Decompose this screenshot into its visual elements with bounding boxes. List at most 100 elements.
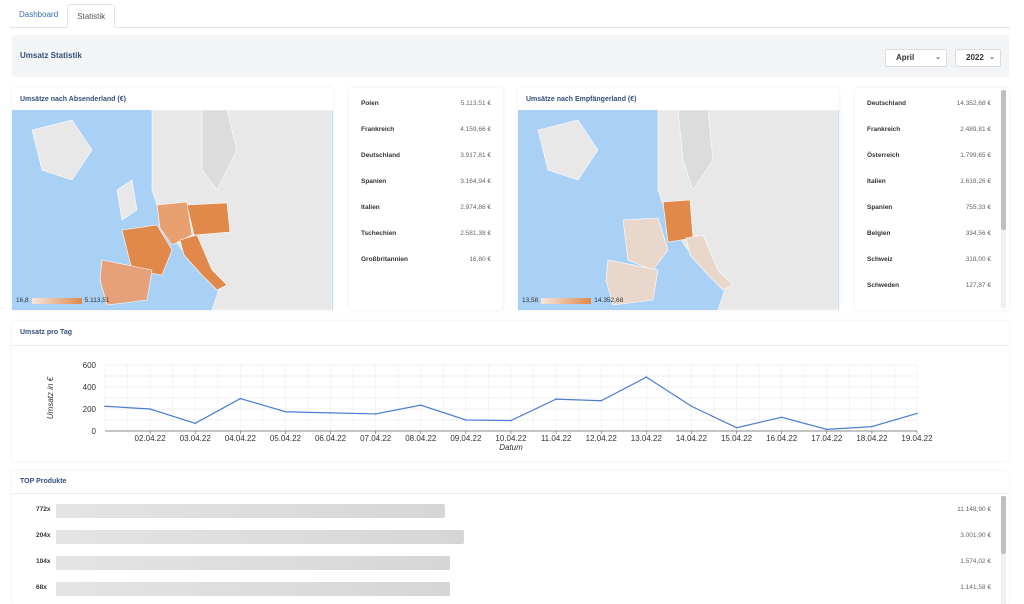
statistics-header: Umsatz Statistik April ⌄ 2022 ⌄ xyxy=(12,35,1009,77)
tab-dashboard[interactable]: Dashboard xyxy=(10,3,67,27)
list-item: Tschechien 2.581,38 € xyxy=(361,230,491,237)
recipient-map-legend: 13,58 14.352,68 xyxy=(522,297,623,304)
month-value: April xyxy=(896,53,915,62)
scrollbar[interactable] xyxy=(1001,496,1006,604)
data-point xyxy=(239,397,242,400)
chevron-down-icon: ⌄ xyxy=(935,54,941,61)
legend-gradient xyxy=(31,297,82,304)
daily-revenue-panel: Umsatz pro Tag 0 200 400 600 02.04.22 03.04.2… xyxy=(12,321,1009,461)
data-point xyxy=(104,405,106,408)
data-point xyxy=(555,398,557,400)
list-item: Italien 2.974,86 € xyxy=(361,204,491,211)
list-item: Deutschland 14.352,68 € xyxy=(867,100,991,107)
product-quantity: 772x xyxy=(36,506,51,513)
data-point xyxy=(735,426,738,429)
data-point xyxy=(690,405,693,408)
tab-bar: Dashboard Statistik xyxy=(10,4,1010,28)
legend-max: 5.113,51 xyxy=(84,297,110,304)
data-point xyxy=(284,410,287,413)
x-axis-title: Datum xyxy=(499,443,523,452)
x-tick-label: 16.04.22 xyxy=(766,434,798,443)
data-point xyxy=(871,425,873,428)
sender-map-legend: 16,8 5.113,51 xyxy=(16,297,109,304)
scrollbar-thumb[interactable] xyxy=(1001,90,1006,230)
x-tick-label: 06.04.22 xyxy=(315,434,347,443)
y-tick-label: 0 xyxy=(92,427,97,436)
x-tick-label: 05.04.22 xyxy=(270,434,302,443)
divider xyxy=(12,493,1009,494)
data-point xyxy=(149,408,151,410)
month-select[interactable]: April ⌄ xyxy=(885,49,947,67)
list-item: Spanien 3.164,94 € xyxy=(361,178,491,185)
x-tick-label: 04.04.22 xyxy=(225,434,257,443)
top-products-panel: TOP Produkte 772x 11.148,90 € 204x 3.001,90… xyxy=(12,471,1009,604)
list-item: Großbritannien 16,80 € xyxy=(361,256,491,263)
year-value: 2022 xyxy=(966,53,984,62)
data-point xyxy=(780,416,783,419)
recipient-country-list[interactable]: Deutschland 14.352,68 € Frankreich 2.489,8… xyxy=(855,88,1009,310)
recipient-map-title: Umsätze nach Empfängerland (€) xyxy=(526,96,637,103)
list-item: Schweden 127,87 € xyxy=(867,282,991,289)
list-item: Frankreich 2.489,81 € xyxy=(867,126,991,133)
sender-country-list: Polen 5.113,51 € Frankreich 4.159,66 € Deu… xyxy=(349,88,503,310)
legend-gradient xyxy=(541,297,592,304)
x-tick-label: 02.04.22 xyxy=(135,434,167,443)
scrollbar-thumb[interactable] xyxy=(1001,496,1006,554)
data-point xyxy=(645,376,648,378)
product-row[interactable]: 204x 3.001,90 € xyxy=(36,530,991,544)
data-point xyxy=(600,399,603,402)
list-item: Frankreich 4.159,66 € xyxy=(361,126,491,133)
europe-map-sender xyxy=(12,110,333,310)
x-tick-label: 09.04.22 xyxy=(450,434,482,443)
x-tick-label: 13.04.22 xyxy=(631,434,663,443)
list-item: Belgien 334,56 € xyxy=(867,230,991,237)
product-revenue: 1.574,02 € xyxy=(960,558,991,565)
product-quantity: 204x xyxy=(36,532,51,539)
x-tick-label: 19.04.22 xyxy=(901,434,933,443)
data-point xyxy=(419,404,422,406)
legend-min: 16,8 xyxy=(16,297,29,304)
x-tick-label: 14.04.22 xyxy=(676,434,708,443)
x-tick-label: 10.04.22 xyxy=(495,434,527,443)
data-point xyxy=(329,412,332,414)
y-tick-label: 400 xyxy=(83,383,97,392)
x-tick-label: 18.04.22 xyxy=(856,434,888,443)
tab-statistik[interactable]: Statistik xyxy=(67,4,116,28)
year-select[interactable]: 2022 ⌄ xyxy=(955,49,1001,67)
scrollbar[interactable] xyxy=(1001,90,1006,308)
daily-revenue-chart[interactable]: 0 200 400 600 02.04.22 03.04.22 04.04.22 05.04.… xyxy=(12,347,1009,459)
x-tick-label: 07.04.22 xyxy=(360,434,392,443)
sender-map-title: Umsätze nach Absenderland (€) xyxy=(20,96,126,103)
product-name-bar xyxy=(56,582,450,596)
list-item: Österreich 1.799,65 € xyxy=(867,152,991,159)
legend-max: 14.352,68 xyxy=(594,297,624,304)
product-quantity: 68x xyxy=(36,584,47,591)
x-tick-label: 15.04.22 xyxy=(721,434,753,443)
x-tick-label: 12.04.22 xyxy=(586,434,618,443)
sender-map-panel: Umsätze nach Absenderland (€) 16,8 5.113… xyxy=(12,88,333,310)
x-tick-label: 17.04.22 xyxy=(811,434,843,443)
product-row[interactable]: 68x 1.141,58 € xyxy=(36,582,991,596)
product-quantity: 104x xyxy=(36,558,51,565)
recipient-map[interactable]: 13,58 14.352,68 xyxy=(518,110,839,310)
data-point xyxy=(374,413,377,415)
product-name-bar xyxy=(56,556,450,570)
product-row[interactable]: 104x 1.574,02 € xyxy=(36,556,991,570)
legend-min: 13,58 xyxy=(522,297,539,304)
list-item: Spanien 755,33 € xyxy=(867,204,991,211)
data-point xyxy=(916,412,918,415)
product-row[interactable]: 772x 11.148,90 € xyxy=(36,504,991,518)
daily-revenue-title: Umsatz pro Tag xyxy=(20,329,72,336)
list-item: Schweiz 318,00 € xyxy=(867,256,991,263)
x-tick-label: 03.04.22 xyxy=(180,434,212,443)
list-item: Polen 5.113,51 € xyxy=(361,100,491,107)
sender-map[interactable]: 16,8 5.113,51 xyxy=(12,110,333,310)
data-point xyxy=(510,419,512,422)
page-title: Umsatz Statistik xyxy=(20,51,82,60)
list-item: Italien 1.618,26 € xyxy=(867,178,991,185)
recipient-map-panel: Umsätze nach Empfängerland (€) 13,58 14.… xyxy=(518,88,839,310)
europe-map-recipient xyxy=(518,110,839,310)
list-item: Deutschland 3.917,81 € xyxy=(361,152,491,159)
product-revenue: 1.141,58 € xyxy=(960,584,991,591)
product-revenue: 11.148,90 € xyxy=(957,506,991,513)
